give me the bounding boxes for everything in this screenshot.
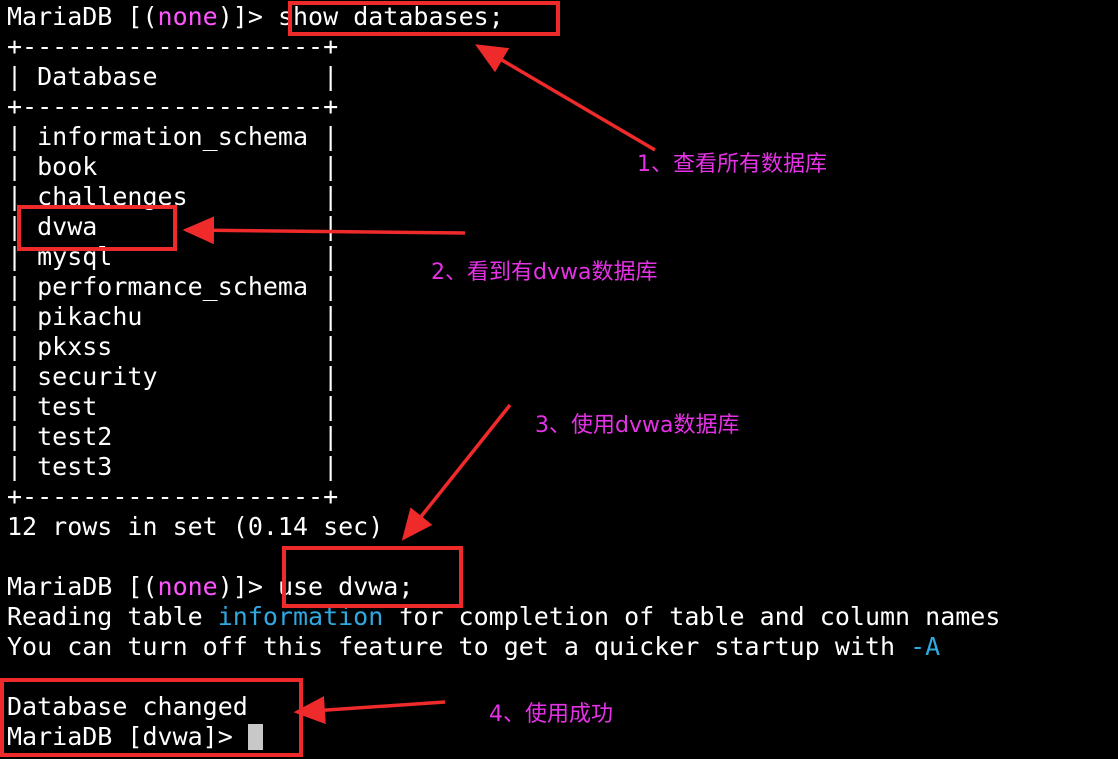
annotation-4: 4、使用成功 [489,702,613,727]
annotation-2: 2、看到有dvwa数据库 [431,260,658,285]
arrow-2 [182,216,466,245]
arrow-4 [293,696,446,725]
annotation-arrows [182,44,656,725]
arrow-3 [401,403,512,541]
annotation-1: 1、查看所有数据库 [637,152,827,177]
arrow-1 [474,44,656,152]
annotation-3: 3、使用dvwa数据库 [535,413,740,438]
